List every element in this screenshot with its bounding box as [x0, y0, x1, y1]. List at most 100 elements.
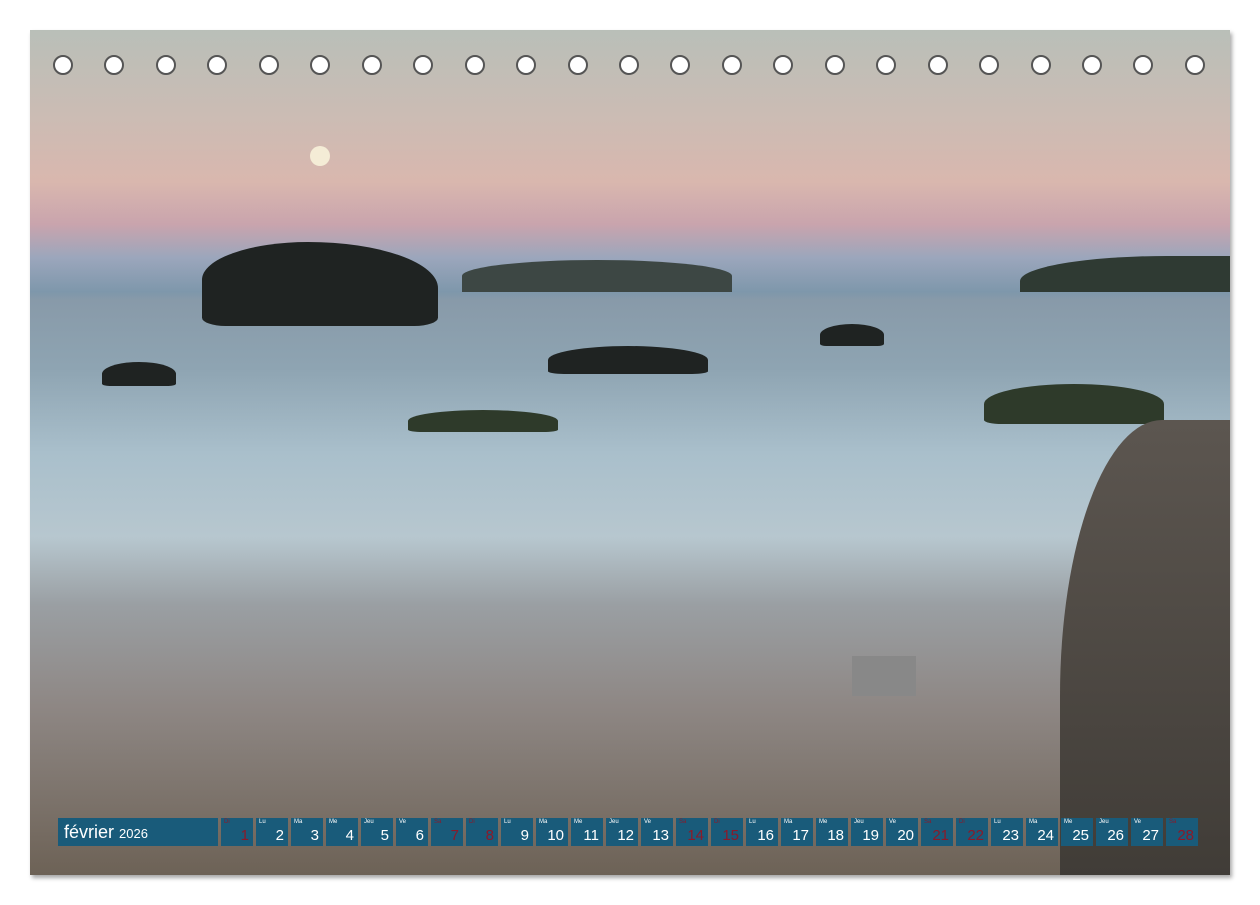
binding-hole — [670, 55, 690, 75]
day-number: 7 — [451, 827, 459, 844]
day-number: 6 — [416, 827, 424, 844]
day-cell: Di22 — [956, 818, 988, 846]
day-cell: Jeu 5 — [361, 818, 393, 846]
day-number: 24 — [1037, 827, 1054, 844]
day-number: 16 — [757, 827, 774, 844]
island — [1020, 256, 1230, 292]
day-cell: Ve27 — [1131, 818, 1163, 846]
weekday-label: Di — [469, 819, 475, 825]
day-cell: Lu 2 — [256, 818, 288, 846]
day-cell: Ma10 — [536, 818, 568, 846]
weekday-label: Sa — [679, 819, 686, 825]
binding-hole — [259, 55, 279, 75]
binding-hole — [465, 55, 485, 75]
day-cell: Ve13 — [641, 818, 673, 846]
day-number: 13 — [652, 827, 669, 844]
day-cell: Me 4 — [326, 818, 358, 846]
day-number: 27 — [1142, 827, 1159, 844]
weekday-label: Me — [574, 819, 582, 825]
weekday-label: Ve — [399, 819, 406, 825]
day-cell: Lu16 — [746, 818, 778, 846]
day-number: 23 — [1002, 827, 1019, 844]
weekday-label: Me — [329, 819, 337, 825]
day-number: 15 — [722, 827, 739, 844]
weekday-label: Ma — [784, 819, 792, 825]
day-cell: Sa21 — [921, 818, 953, 846]
day-number: 28 — [1177, 827, 1194, 844]
binding-hole — [568, 55, 588, 75]
rock — [202, 242, 438, 326]
day-cell: Ma17 — [781, 818, 813, 846]
day-cell: Me11 — [571, 818, 603, 846]
day-cell: Jeu26 — [1096, 818, 1128, 846]
day-cell: Ve20 — [886, 818, 918, 846]
calendar-strip: février 2026 Di1 Lu 2 Ma 3 Me 4 Jeu 5 Ve 6 Sa 7 Di 8 Lu… — [58, 818, 1198, 846]
month-name: février — [64, 822, 114, 842]
weekday-label: Di — [714, 819, 720, 825]
day-cell: Ma 3 — [291, 818, 323, 846]
day-number: 25 — [1072, 827, 1089, 844]
day-number: 4 — [346, 827, 354, 844]
rock — [820, 324, 884, 346]
day-cell: Jeu12 — [606, 818, 638, 846]
weekday-label: Ve — [644, 819, 651, 825]
weekday-label: Lu — [749, 819, 756, 825]
day-cell: Lu23 — [991, 818, 1023, 846]
weekday-label: Sa — [1169, 819, 1176, 825]
day-number: 17 — [792, 827, 809, 844]
binding-hole — [773, 55, 793, 75]
rock — [984, 384, 1164, 424]
day-number: 9 — [521, 827, 529, 844]
weekday-label: Ma — [539, 819, 547, 825]
binding-hole — [207, 55, 227, 75]
binding-hole — [53, 55, 73, 75]
day-cell: Sa14 — [676, 818, 708, 846]
weekday-label: Lu — [504, 819, 511, 825]
weekday-label: Ve — [1134, 819, 1141, 825]
weekday-label: Sa — [434, 819, 441, 825]
binding-hole — [104, 55, 124, 75]
binding-hole — [722, 55, 742, 75]
island — [462, 260, 732, 292]
weekday-label: Me — [819, 819, 827, 825]
day-cell: Ve 6 — [396, 818, 428, 846]
binding-hole — [876, 55, 896, 75]
weekday-label: Ma — [294, 819, 302, 825]
day-cell: Jeu19 — [851, 818, 883, 846]
day-number: 10 — [547, 827, 564, 844]
rock — [408, 410, 558, 432]
day-number: 19 — [862, 827, 879, 844]
binding-hole — [362, 55, 382, 75]
calendar-page: février 2026 Di1 Lu 2 Ma 3 Me 4 Jeu 5 Ve 6 Sa 7 Di 8 Lu… — [30, 30, 1230, 875]
day-number: 8 — [486, 827, 494, 844]
rock — [548, 346, 708, 374]
day-number: 18 — [827, 827, 844, 844]
day-cell: Sa 7 — [431, 818, 463, 846]
day-cell: Sa28 — [1166, 818, 1198, 846]
binding-hole — [516, 55, 536, 75]
day-number: 2 — [276, 827, 284, 844]
month-label: février 2026 — [58, 818, 218, 846]
binding-hole — [1133, 55, 1153, 75]
censor-block — [852, 656, 916, 696]
weekday-label: Jeu — [364, 819, 374, 825]
day-cell: Ma24 — [1026, 818, 1058, 846]
day-number: 21 — [932, 827, 949, 844]
day-number: 5 — [381, 827, 389, 844]
day-cell: Me18 — [816, 818, 848, 846]
binding-hole — [928, 55, 948, 75]
day-number: 3 — [311, 827, 319, 844]
weekday-label: Lu — [994, 819, 1001, 825]
binding-hole — [1185, 55, 1205, 75]
rock — [102, 362, 176, 386]
binding-hole — [156, 55, 176, 75]
weekday-label: Ve — [889, 819, 896, 825]
binding-hole — [619, 55, 639, 75]
wet-sand — [1060, 420, 1230, 875]
year: 2026 — [119, 826, 148, 841]
day-number: 12 — [617, 827, 634, 844]
day-cell: Di1 — [221, 818, 253, 846]
weekday-label: Lu — [259, 819, 266, 825]
binding-hole — [979, 55, 999, 75]
binding-hole — [310, 55, 330, 75]
